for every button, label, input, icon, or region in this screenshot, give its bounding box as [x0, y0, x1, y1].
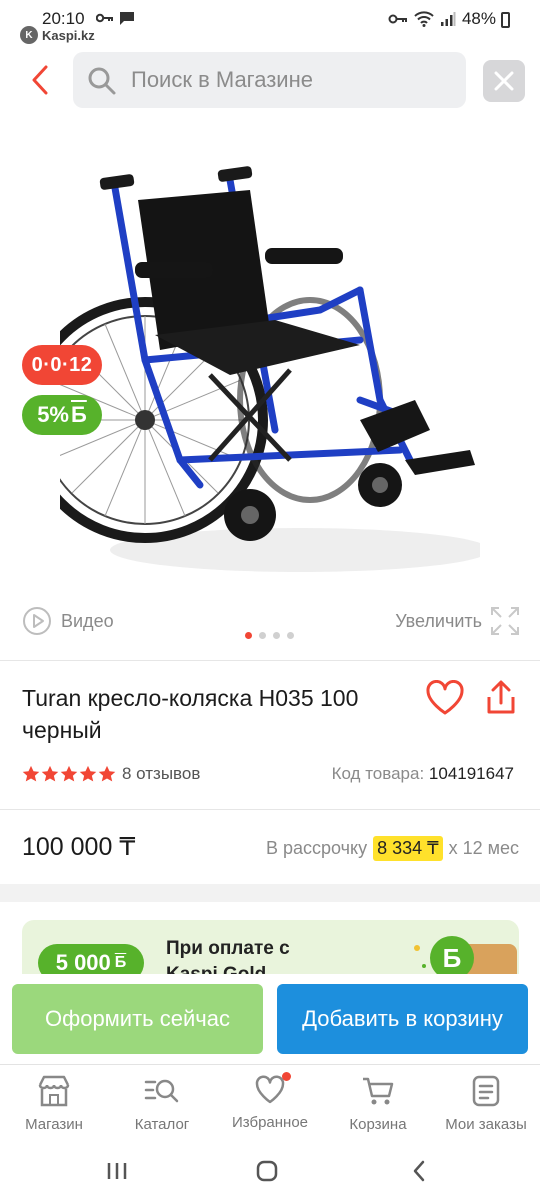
status-bar: 20:10 K Kaspi.kz 48%: [0, 0, 540, 46]
search-box[interactable]: [73, 52, 466, 108]
installment-term: х 12 мес: [448, 838, 519, 858]
action-bar: Оформить сейчас Добавить в корзину: [0, 974, 540, 1064]
bonus-badge: 5% Б: [22, 395, 102, 435]
star-icon: [22, 765, 40, 782]
promo-text: При оплате с Kaspi Gold: [166, 936, 290, 974]
installment-label: В рассрочку: [265, 838, 368, 858]
recent-apps-button[interactable]: [97, 1158, 137, 1184]
star-icon: [60, 765, 78, 782]
status-notification-icons: [96, 10, 135, 26]
catalog-icon: [144, 1079, 179, 1103]
pagination-dot[interactable]: [273, 632, 280, 639]
search-icon: [88, 67, 116, 95]
promo-text-line1: При оплате с: [166, 938, 290, 959]
chat-icon: [120, 12, 134, 25]
kaspi-gold-promo[interactable]: 5 000 Б При оплате с Kaspi Gold Б: [22, 920, 519, 974]
tab-catalog[interactable]: Каталог: [112, 1075, 212, 1133]
product-title: Turan кресло-коляска H035 100 черный: [22, 685, 359, 743]
status-app-name: Kaspi.kz: [42, 27, 95, 43]
tab-cart[interactable]: Корзина: [328, 1075, 428, 1133]
zoom-label: Увеличить: [395, 610, 482, 631]
battery-percent: 48%: [461, 9, 496, 28]
notification-dot: [282, 1072, 291, 1081]
video-label: Видео: [61, 610, 114, 631]
installment-info[interactable]: В рассрочку 8 334 ₸ х 12 мес: [266, 836, 519, 861]
pagination-dot[interactable]: [287, 632, 294, 639]
divider: [0, 809, 540, 810]
heart-icon: [255, 1075, 285, 1104]
chevron-left-icon: [32, 65, 48, 95]
star-icon: [98, 765, 116, 782]
reviews-link[interactable]: 8 отзывов: [122, 764, 200, 784]
star-icon: [41, 765, 59, 782]
bonus-badge-percent: 5%: [37, 402, 69, 427]
image-pagination: [245, 632, 294, 639]
promo-bonus-symbol: Б: [114, 954, 127, 971]
key-icon: [96, 13, 113, 23]
back-icon: [413, 1160, 425, 1182]
system-back-button[interactable]: [399, 1158, 439, 1184]
tab-favorites[interactable]: Избранное: [220, 1072, 320, 1131]
video-button[interactable]: Видео: [22, 606, 114, 636]
pagination-dot[interactable]: [245, 632, 252, 639]
orders-icon: [472, 1075, 500, 1107]
tab-label: Каталог: [134, 1116, 190, 1133]
rating[interactable]: 8 отзывов: [22, 764, 200, 784]
kaspi-gold-card-icon: Б: [414, 936, 517, 974]
favorite-button[interactable]: [425, 680, 465, 721]
play-circle-icon: [23, 607, 51, 635]
add-to-cart-button[interactable]: Добавить в корзину: [277, 984, 528, 1054]
installment-badge: 0·0·12: [22, 345, 102, 385]
zoom-button[interactable]: Увеличить: [395, 606, 520, 636]
recent-apps-icon: [107, 1163, 127, 1179]
divider: [0, 660, 540, 661]
tab-shop[interactable]: Магазин: [4, 1075, 104, 1133]
checkout-now-button[interactable]: Оформить сейчас: [12, 984, 263, 1054]
search-input[interactable]: [131, 52, 451, 108]
tab-label: Избранное: [231, 1114, 309, 1131]
bonus-badge-symbol: Б: [70, 402, 87, 427]
status-right: 48%: [388, 9, 496, 29]
section-separator: [0, 884, 540, 902]
tab-label: Магазин: [25, 1116, 83, 1133]
search-header: [0, 48, 540, 112]
product-code-label: Код товара:: [331, 764, 425, 783]
tab-label: Корзина: [349, 1116, 407, 1133]
status-app-label: K Kaspi.kz: [20, 26, 95, 44]
installment-amount: 8 334 ₸: [373, 836, 443, 861]
expand-icon: [491, 607, 519, 635]
product-code-value: 104191647: [428, 764, 514, 783]
shop-icon: [38, 1075, 70, 1107]
home-icon: [256, 1160, 278, 1182]
wifi-icon: [414, 11, 434, 27]
tab-orders[interactable]: Мои заказы: [436, 1075, 536, 1133]
heart-icon: [426, 680, 464, 715]
signal-icon: [440, 12, 456, 26]
close-icon: [494, 71, 514, 91]
promo-bonus-amount: 5 000: [55, 950, 111, 974]
pagination-dot[interactable]: [259, 632, 266, 639]
battery-icon: [501, 12, 510, 28]
share-button[interactable]: [484, 680, 518, 721]
tab-label: Мои заказы: [445, 1116, 527, 1133]
system-navigation-bar: [0, 1144, 540, 1200]
cart-icon: [363, 1077, 394, 1105]
kaspi-logo-icon: K: [20, 26, 38, 44]
rating-stars: [22, 765, 116, 783]
product-code: Код товара: 104191647: [332, 764, 514, 784]
bottom-tab-bar: Магазин Каталог Избранное Корзина Мои за…: [0, 1064, 540, 1144]
svg-text:Б: Б: [443, 943, 462, 973]
star-icon: [79, 765, 97, 782]
promo-text-line2: Kaspi Gold: [166, 962, 290, 974]
product-price: 100 000 ₸: [22, 833, 136, 861]
key-icon: [388, 14, 407, 24]
share-icon: [487, 680, 515, 714]
home-button[interactable]: [247, 1158, 287, 1184]
back-button[interactable]: [24, 62, 56, 98]
promo-bonus-badge: 5 000 Б: [38, 944, 144, 974]
close-button[interactable]: [483, 60, 525, 102]
product-image[interactable]: [60, 160, 480, 580]
